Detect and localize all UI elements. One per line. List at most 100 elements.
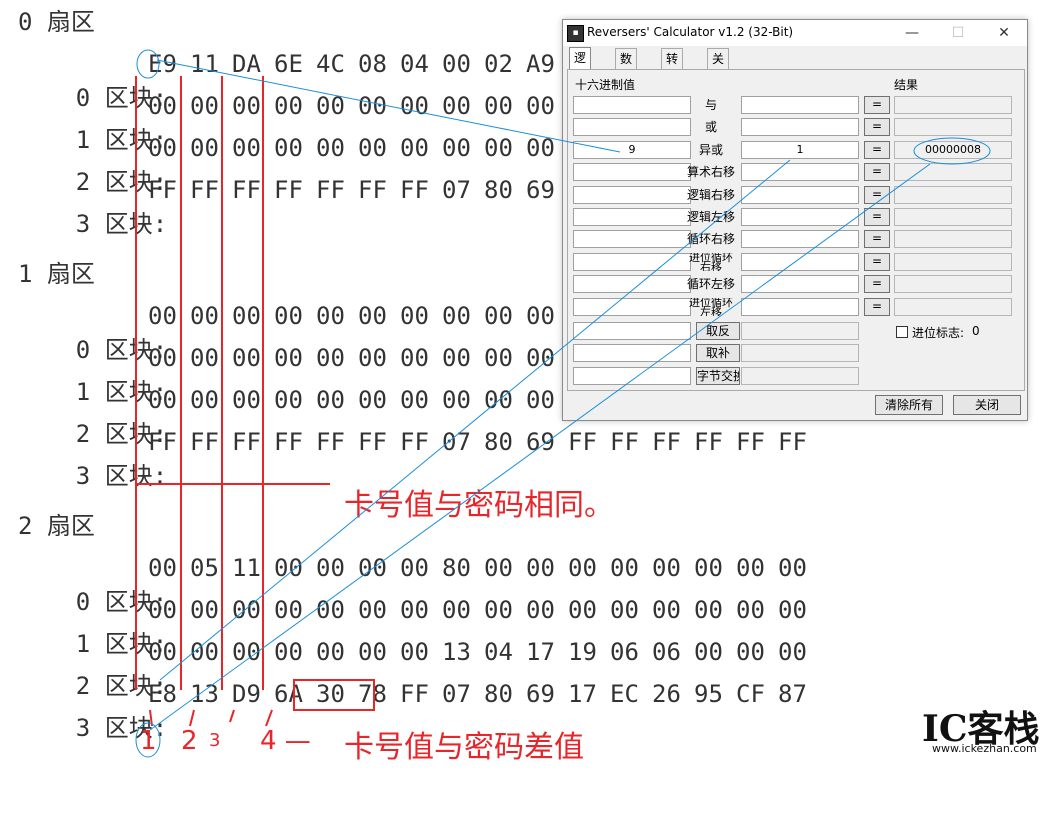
block-row: 3 区块: E8 13 D9 6A 30 78 FF 07 80 69 17 EC 26 95 CF 87 <box>18 677 807 742</box>
hex-input-a[interactable] <box>573 297 691 316</box>
unary-input[interactable] <box>573 344 691 363</box>
logic-panel: 十六进制值 结果 与 = 或 = 9 异或 1 = 00000008 算术右移 = 逻辑右移 = 逻辑左移… <box>567 69 1025 391</box>
hex-byte: 07 <box>442 428 471 456</box>
hex-input-a[interactable] <box>573 208 691 226</box>
equals-button[interactable]: = <box>864 208 890 226</box>
block-row: 3 区块: FF FF FF FF FF FF FF 07 80 69 FF FF FF FF FF FF <box>18 425 807 490</box>
hex-byte: 00 <box>484 344 513 372</box>
hex-byte: 00 <box>400 302 429 330</box>
sector-title: 0 扇区 <box>18 8 95 36</box>
hex-byte: 00 <box>526 596 555 624</box>
equals-button[interactable]: = <box>864 140 890 159</box>
title-bar[interactable]: ▪ Reversers' Calculator v1.2 (32-Bit) — … <box>563 20 1027 46</box>
equals-button[interactable]: = <box>864 297 890 316</box>
minimize-button[interactable]: — <box>889 20 935 46</box>
hex-byte: 00 <box>358 596 387 624</box>
operation-label: 循环左移 <box>687 277 735 292</box>
hex-byte: 00 <box>274 596 303 624</box>
clear-all-button[interactable]: 清除所有 <box>875 395 943 415</box>
hex-byte: FF <box>778 428 807 456</box>
unary-result-field <box>741 366 859 385</box>
hex-byte: 00 <box>316 638 345 666</box>
sector-title: 2 扇区 <box>18 512 95 540</box>
hex-byte: 00 <box>526 134 555 162</box>
hex-input-b[interactable]: 1 <box>741 140 859 159</box>
close-window-button[interactable]: ✕ <box>981 20 1027 46</box>
hex-input-b[interactable] <box>741 252 859 271</box>
operation-label: 与 <box>704 98 717 112</box>
operation-label: 异或 <box>698 142 723 157</box>
hex-input-b[interactable] <box>741 208 859 226</box>
block-row: 1 区块: 00 00 00 00 00 00 00 00 00 00 00 00 00 00 00 00 <box>18 593 807 658</box>
close-button[interactable]: 关闭 <box>953 395 1021 415</box>
operation-label: 循环右移 <box>687 232 735 247</box>
hex-input-b[interactable] <box>741 163 859 182</box>
hex-byte: 00 <box>190 344 219 372</box>
hex-byte: 00 <box>358 302 387 330</box>
hex-input-b[interactable] <box>741 297 859 316</box>
equals-button[interactable]: = <box>864 275 890 294</box>
hex-byte: FF <box>274 428 303 456</box>
hex-byte: 04 <box>484 638 513 666</box>
hex-byte: 00 <box>148 554 177 582</box>
hex-input-a[interactable] <box>573 163 691 182</box>
hex-byte: A9 <box>526 50 555 78</box>
equals-button[interactable]: = <box>864 163 890 182</box>
hex-input-b[interactable] <box>741 275 859 294</box>
hex-byte: 07 <box>442 176 471 204</box>
hex-byte: 00 <box>694 596 723 624</box>
site-logo: IC客栈 www.ickezhan.com <box>922 700 1050 756</box>
hex-input-a[interactable] <box>573 96 691 114</box>
equals-button[interactable]: = <box>864 230 890 249</box>
hex-input-a[interactable] <box>573 230 691 249</box>
tab-about[interactable]: 关于 <box>707 48 730 87</box>
equals-button[interactable]: = <box>864 96 890 114</box>
hex-input-a[interactable] <box>573 118 691 137</box>
hex-input-b[interactable] <box>741 118 859 137</box>
hex-byte: 13 <box>190 680 219 708</box>
hex-byte: 00 <box>484 554 513 582</box>
hex-byte: 00 <box>526 344 555 372</box>
hex-byte: 00 <box>778 554 807 582</box>
hex-input-b[interactable] <box>741 230 859 249</box>
hex-byte: 00 <box>274 554 303 582</box>
hex-byte: 00 <box>316 134 345 162</box>
hex-input-b[interactable] <box>741 96 859 114</box>
hex-byte: 95 <box>694 680 723 708</box>
hex-input-a[interactable]: 9 <box>573 140 691 159</box>
tab-logic[interactable]: 逻辑 <box>569 47 592 86</box>
equals-button[interactable]: = <box>864 118 890 137</box>
hex-input-b[interactable] <box>741 185 859 204</box>
sector-title: 1 扇区 <box>18 260 95 288</box>
hex-byte: 00 <box>568 554 597 582</box>
unary-input[interactable] <box>573 322 691 340</box>
maximize-button[interactable]: ☐ <box>935 20 981 46</box>
tab-convert[interactable]: 转换 <box>661 48 684 87</box>
hex-byte: 00 <box>358 92 387 120</box>
hex-byte: 00 <box>400 596 429 624</box>
hex-byte: 00 <box>358 134 387 162</box>
unary-operation-button[interactable]: 字节交换 <box>696 366 740 385</box>
hex-byte: 04 <box>400 50 429 78</box>
equals-button[interactable]: = <box>864 252 890 271</box>
annotation-number-1: 1 <box>140 726 157 756</box>
equals-button[interactable]: = <box>864 185 890 204</box>
hex-byte: 00 <box>694 554 723 582</box>
unary-operation-button[interactable]: 取补 <box>696 344 740 363</box>
hex-byte: 05 <box>190 554 219 582</box>
carry-flag-checkbox[interactable] <box>896 326 908 338</box>
hex-byte: 08 <box>358 50 387 78</box>
hex-byte: 00 <box>190 302 219 330</box>
hex-input-a[interactable] <box>573 275 691 294</box>
hex-input-a[interactable] <box>573 252 691 271</box>
block-row: 0 区块: 00 05 11 00 00 00 00 80 00 00 00 00 00 00 00 00 <box>18 551 807 616</box>
tab-math[interactable]: 数学 <box>615 48 638 87</box>
hex-byte: EC <box>610 680 639 708</box>
hex-byte: 00 <box>442 344 471 372</box>
hex-byte: FF <box>190 428 219 456</box>
unary-operation-button[interactable]: 取反 <box>696 322 740 340</box>
unary-input[interactable] <box>573 366 691 385</box>
hex-byte: CF <box>736 680 765 708</box>
hex-input-a[interactable] <box>573 185 691 204</box>
block-row: 3 区块: FFFFFFFFFFFFFF078069F <box>18 173 583 238</box>
